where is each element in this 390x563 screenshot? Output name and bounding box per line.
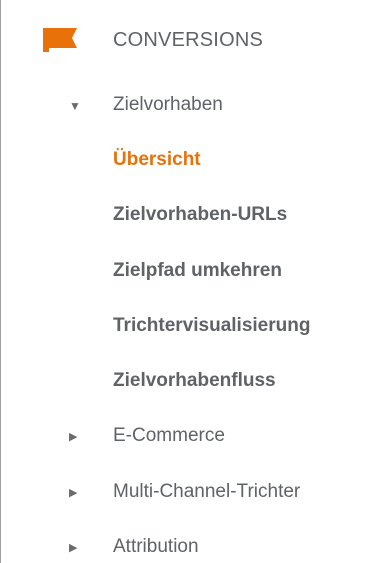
chevron-right-icon: ▶ <box>69 487 78 499</box>
chevron-right-icon: ▶ <box>69 431 78 443</box>
nav-item-label: Zielvorhaben <box>113 94 223 115</box>
chevron-right-icon: ▶ <box>69 542 78 554</box>
sub-item-zielvorhabenfluss[interactable]: Zielvorhabenfluss <box>1 362 390 402</box>
sub-item-label: Zielpfad umkehren <box>113 260 282 281</box>
nav-item-label: Multi-Channel-Trichter <box>113 481 301 502</box>
nav-item-label: E-Commerce <box>113 425 225 446</box>
nav-item-attribution[interactable]: ▶ Attribution <box>1 528 390 563</box>
nav-item-e-commerce[interactable]: ▶ E-Commerce <box>1 417 390 457</box>
nav-item-label: Attribution <box>113 536 199 557</box>
sub-item-trichtervisualisierung[interactable]: Trichtervisualisierung <box>1 307 390 347</box>
sub-item-zielpfad-umkehren[interactable]: Zielpfad umkehren <box>1 252 390 292</box>
section-header-label: CONVERSIONS <box>113 29 264 51</box>
sub-item-zielvorhaben-urls[interactable]: Zielvorhaben-URLs <box>1 196 390 236</box>
sub-item-label: Zielvorhaben-URLs <box>113 204 288 225</box>
nav-item-multi-channel-trichter[interactable]: ▶ Multi-Channel-Trichter <box>1 473 390 513</box>
chevron-down-icon: ▼ <box>69 99 81 113</box>
nav-item-zielvorhaben[interactable]: ▼ Zielvorhaben <box>1 86 390 126</box>
sub-item-label: Übersicht <box>113 149 201 170</box>
sub-item-uebersicht[interactable]: Übersicht <box>1 141 390 181</box>
sub-item-label: Zielvorhabenfluss <box>113 370 276 391</box>
sub-item-label: Trichtervisualisierung <box>113 315 311 336</box>
sidebar-panel: CONVERSIONS ▼ Zielvorhaben Übersicht Zie… <box>0 0 390 563</box>
section-header-conversions[interactable]: CONVERSIONS <box>1 0 390 80</box>
flag-icon <box>43 28 77 52</box>
